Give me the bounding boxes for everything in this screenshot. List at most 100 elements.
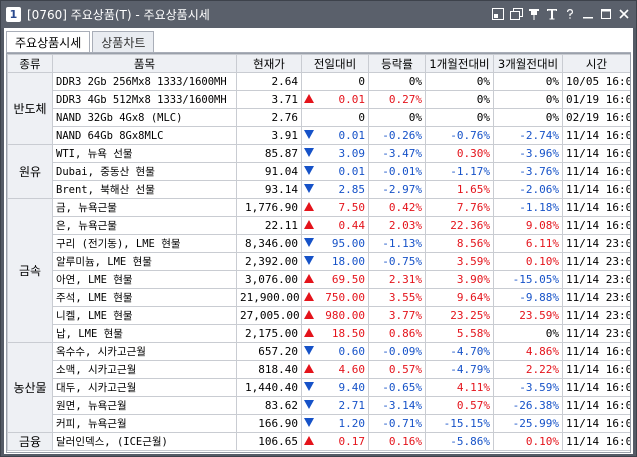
- rate-cell: -0.09%: [368, 342, 426, 361]
- maximize-icon[interactable]: [598, 6, 614, 22]
- change-cell: 7.50: [301, 198, 369, 217]
- three-month-change-cell: 23.59%: [493, 306, 563, 325]
- up-triangle-icon: [304, 220, 314, 229]
- rate-cell: 0.86%: [368, 324, 426, 343]
- price-cell: 818.40: [236, 360, 302, 379]
- item-name-cell: 알루미늄, LME 현물: [52, 252, 237, 271]
- time-cell: 11/14 16:00: [562, 216, 630, 235]
- one-month-change-cell: 4.11%: [425, 378, 494, 397]
- item-name-cell: 커피, 뉴욕근월: [52, 414, 237, 433]
- price-cell: 3,076.00: [236, 270, 302, 289]
- table-row[interactable]: 소맥, 시카고근월 818.40 4.60 0.57% -4.79% 2.22% 11/14…: [8, 360, 630, 379]
- table-row[interactable]: 알루미늄, LME 현물 2,392.00 18.00 -0.75% 3.59% 0.10…: [8, 252, 630, 271]
- item-name-cell: Dubai, 중동산 현물: [52, 162, 237, 181]
- rate-cell: -3.47%: [368, 144, 426, 163]
- table-row[interactable]: 구리 (전기동), LME 현물 8,346.00 95.00 -1.13% 8.56%…: [8, 234, 630, 253]
- table-row[interactable]: 커피, 뉴욕근월 166.90 1.20 -0.71% -15.15% -25.99% 11…: [8, 414, 630, 433]
- table-row[interactable]: Brent, 북해산 선물 93.14 2.85 -2.97% 1.65% -2.06% 1…: [8, 180, 630, 199]
- change-cell: 980.00: [301, 306, 369, 325]
- item-name-cell: 아연, LME 현물: [52, 270, 237, 289]
- rate-cell: -0.71%: [368, 414, 426, 433]
- tab-bar: 주요상품시세 상품차트: [6, 31, 156, 53]
- table-row[interactable]: 니켈, LME 현물 27,005.00 980.00 3.77% 23.25% 23.5…: [8, 306, 630, 325]
- layout-icon[interactable]: [490, 6, 506, 22]
- rate-cell: -0.65%: [368, 378, 426, 397]
- help-icon[interactable]: [562, 6, 578, 22]
- table-row[interactable]: 아연, LME 현물 3,076.00 69.50 2.31% 3.90% -15.05%…: [8, 270, 630, 289]
- three-month-change-cell: -25.99%: [493, 414, 563, 433]
- table-row[interactable]: 금속 금, 뉴욕근물 1,776.90 7.50 0.42% 7.76% -1.18% 11/…: [7, 198, 630, 343]
- rate-cell: 0%: [368, 108, 426, 127]
- up-triangle-icon: [304, 292, 314, 301]
- three-month-change-cell: 0%: [493, 72, 563, 91]
- copy-window-icon[interactable]: [508, 6, 524, 22]
- table-row[interactable]: 은, 뉴욕근물 22.11 0.44 2.03% 22.36% 9.08% 11/14 16…: [8, 216, 630, 235]
- change-value: 18.50: [331, 326, 365, 340]
- change-value: 0.01: [338, 128, 366, 142]
- column-header-change[interactable]: 전일대비: [301, 54, 369, 73]
- category-cell: 원유: [7, 144, 53, 199]
- column-header-1m-change[interactable]: 1개월전대비: [425, 54, 494, 73]
- table-row[interactable]: 금융 달러인덱스, (ICE근월) 106.65 0.17 0.16% -5.86% 0.1…: [7, 432, 630, 451]
- title-bar[interactable]: 1 [0760] 주요상품(T) - 주요상품시세: [1, 1, 636, 28]
- table-row[interactable]: Dubai, 중동산 현물 91.04 0.01 -0.01% -1.17% -3.76%…: [8, 162, 630, 181]
- one-month-change-cell: 0.57%: [425, 396, 494, 415]
- time-cell: 11/14 23:00: [562, 252, 630, 271]
- time-cell: 11/14 16:00: [562, 144, 630, 163]
- one-month-change-cell: -5.86%: [425, 432, 494, 451]
- change-value: 0.01: [338, 92, 366, 106]
- item-name-cell: 주석, LME 현물: [52, 288, 237, 307]
- rate-cell: 0%: [368, 72, 426, 91]
- time-cell: 10/05 16:00: [562, 72, 630, 91]
- change-cell: 4.60: [301, 360, 369, 379]
- change-cell: 1.20: [301, 414, 369, 433]
- minimize-icon[interactable]: [580, 6, 596, 22]
- column-header-3m-change[interactable]: 3개월전대비: [493, 54, 563, 73]
- down-triangle-icon: [304, 148, 314, 157]
- change-cell: 18.50: [301, 324, 369, 343]
- price-cell: 21,900.00: [236, 288, 302, 307]
- three-month-change-cell: 9.08%: [493, 216, 563, 235]
- change-value: 0.44: [338, 218, 366, 232]
- table-row[interactable]: 원면, 뉴욕근월 83.62 2.71 -3.14% 0.57% -26.38% 11/14…: [8, 396, 630, 415]
- font-icon[interactable]: [544, 6, 560, 22]
- item-name-cell: DDR3 4Gb 512Mx8 1333/1600MH: [52, 90, 237, 109]
- down-triangle-icon: [304, 130, 314, 139]
- time-cell: 11/14 23:00: [562, 288, 630, 307]
- price-cell: 2.76: [236, 108, 302, 127]
- table-row[interactable]: NAND 32Gb 4Gx8 (MLC) 2.76 0 0% 0% 0% 02/19 16:…: [8, 108, 630, 127]
- rate-cell: 2.31%: [368, 270, 426, 289]
- change-cell: 2.71: [301, 396, 369, 415]
- column-header-rate[interactable]: 등락률: [368, 54, 426, 73]
- table-row[interactable]: 주석, LME 현물 21,900.00 750.00 3.55% 9.64% -9.88…: [8, 288, 630, 307]
- table-row[interactable]: 대두, 시카고근월 1,440.40 9.40 -0.65% 4.11% -3.59% 11…: [8, 378, 630, 397]
- tab-commodity-quotes[interactable]: 주요상품시세: [6, 31, 91, 53]
- table-row[interactable]: 원유 WTI, 뉴욕 선물 85.87 3.09 -3.47% 0.30% -3.96% 11…: [7, 144, 630, 199]
- column-header-price[interactable]: 현재가: [236, 54, 302, 73]
- change-value: 0.60: [338, 344, 366, 358]
- change-value: 2.85: [338, 182, 366, 196]
- table-row[interactable]: 납, LME 현물 2,175.00 18.50 0.86% 5.58% 0% 11/14 …: [8, 324, 630, 343]
- rate-cell: 3.77%: [368, 306, 426, 325]
- three-month-change-cell: 0.10%: [493, 252, 563, 271]
- quotes-table-container[interactable]: 종류 품목 현재가 전일대비 등락률 1개월전대비 3개월전대비 시간 반도체 D…: [6, 53, 631, 453]
- table-row[interactable]: 농산물 옥수수, 시카고근월 657.20 0.60 -0.09% -4.70% 4.86%…: [7, 342, 630, 433]
- time-cell: 11/14 23:00: [562, 270, 630, 289]
- time-cell: 11/14 16:00: [562, 378, 630, 397]
- tab-commodity-chart[interactable]: 상품차트: [92, 31, 155, 53]
- category-cell: 금속: [7, 198, 53, 343]
- pin-icon[interactable]: [526, 6, 542, 22]
- column-header-item[interactable]: 품목: [52, 54, 237, 73]
- close-icon[interactable]: [616, 6, 632, 22]
- table-row[interactable]: 반도체 DDR3 2Gb 256Mx8 1333/1600MH 2.64 0 0% 0% 0…: [7, 72, 630, 145]
- column-header-time[interactable]: 시간: [562, 54, 630, 73]
- table-row[interactable]: DDR3 4Gb 512Mx8 1333/1600MH 3.71 0.01 0.27%…: [8, 90, 630, 109]
- column-header-type[interactable]: 종류: [7, 54, 53, 73]
- quotes-table: 종류 품목 현재가 전일대비 등락률 1개월전대비 3개월전대비 시간 반도체 D…: [7, 54, 630, 451]
- table-row[interactable]: NAND 64Gb 8Gx8MLC 3.91 0.01 -0.26% -0.76% -2.…: [8, 126, 630, 145]
- change-cell: 9.40: [301, 378, 369, 397]
- price-cell: 657.20: [236, 342, 302, 361]
- change-value: 0.01: [338, 164, 366, 178]
- up-triangle-icon: [304, 274, 314, 283]
- price-cell: 27,005.00: [236, 306, 302, 325]
